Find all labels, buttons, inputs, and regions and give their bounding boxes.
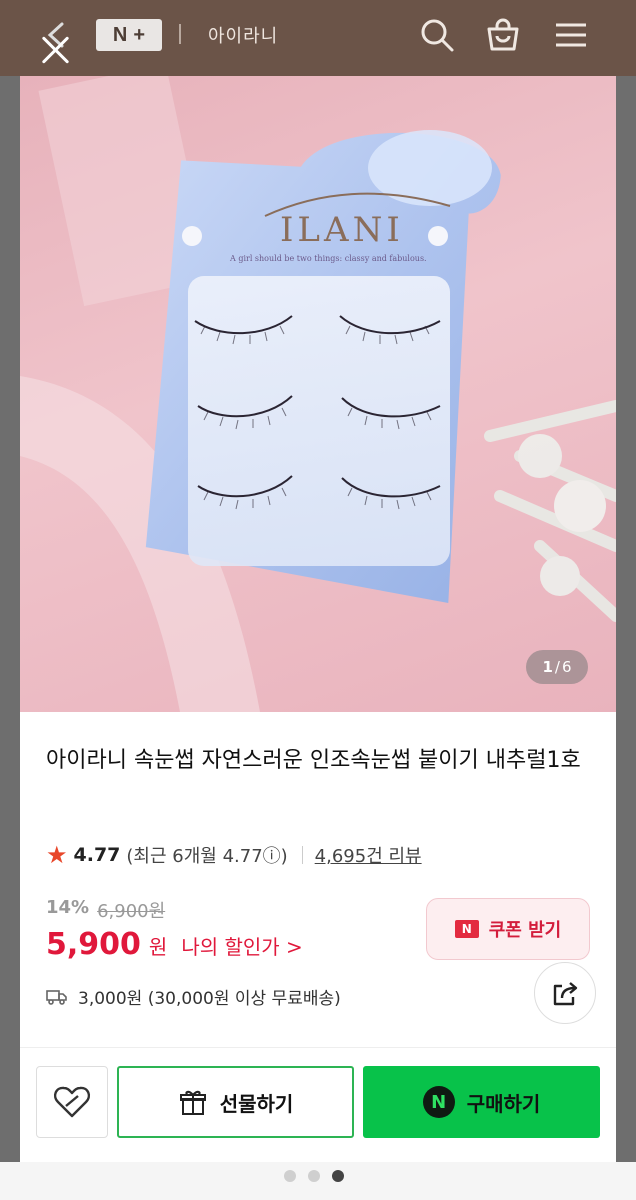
naver-pay-icon: N — [422, 1086, 455, 1118]
badge-plus-text: + — [133, 23, 146, 46]
price-unit: 원 — [148, 935, 168, 959]
coupon-label: 쿠폰 받기 — [488, 920, 562, 941]
heart-icon — [53, 1086, 91, 1118]
pager-total: 6 — [561, 658, 572, 676]
naver-plus-badge[interactable]: N + — [96, 19, 162, 51]
packaging-brand-text: ILANI — [280, 210, 404, 250]
buy-label: 구매하기 — [466, 1091, 541, 1116]
system-navigation-bar — [0, 1162, 636, 1200]
pager-separator: / — [554, 658, 560, 676]
gift-button[interactable]: 선물하기 — [117, 1066, 354, 1138]
original-price-row: 14% 6,900원 — [46, 897, 165, 923]
rating-row: ★ 4.77 (최근 6개월 4.77ⓘ) 4,695건 리뷰 — [46, 841, 422, 869]
close-icon[interactable] — [36, 30, 76, 70]
page-indicator — [284, 1170, 344, 1182]
rating-value: 4.77 — [73, 844, 121, 866]
page-dot-active — [332, 1170, 344, 1182]
shipping-row: 3,000원 (30,000원 이상 무료배송) — [46, 984, 341, 1009]
share-icon — [553, 982, 578, 1006]
gift-icon — [179, 1090, 206, 1115]
naver-n-icon: N — [454, 920, 479, 938]
image-pager: 1 / 6 — [526, 650, 588, 684]
star-icon: ★ — [46, 841, 68, 869]
share-button[interactable] — [534, 962, 596, 1024]
search-icon[interactable] — [418, 16, 456, 54]
header-divider — [179, 24, 181, 44]
product-info-panel: 아이라니 속눈썹 자연스러운 인조속눈썹 붙이기 내추럴1호 ★ 4.77 (최… — [20, 712, 616, 1162]
menu-icon[interactable] — [552, 16, 590, 54]
top-header: N + 아이라니 — [0, 0, 636, 76]
sale-price: 5,900 — [46, 927, 141, 962]
page-dot — [308, 1170, 320, 1182]
product-title: 아이라니 속눈썹 자연스러운 인조속눈썹 붙이기 내추럴1호 — [46, 748, 581, 773]
delivery-truck-icon — [46, 989, 67, 1005]
brand-name[interactable]: 아이라니 — [208, 22, 278, 48]
badge-n-text: N — [112, 23, 128, 46]
coupon-button[interactable]: N 쿠폰 받기 — [426, 898, 590, 960]
gift-label: 선물하기 — [219, 1091, 294, 1116]
screen: N + 아이라니 ILANI A girl should be two thin… — [0, 0, 636, 1200]
shipping-fee: 3,000원 (30,000원 이상 무료배송) — [78, 989, 341, 1009]
discount-rate: 14% — [46, 897, 90, 918]
packaging-slogan: A girl should be two things: classy and … — [229, 254, 427, 263]
sale-price-row: 5,900 원 나의 할인가 > — [46, 927, 303, 962]
rating-divider — [301, 846, 303, 864]
original-price: 6,900원 — [97, 901, 166, 922]
page-dot — [284, 1170, 296, 1182]
rating-detail[interactable]: (최근 6개월 4.77ⓘ) — [126, 842, 287, 868]
shopping-bag-icon[interactable] — [484, 16, 522, 54]
wishlist-button[interactable] — [36, 1066, 108, 1138]
product-image-gallery[interactable]: ILANI A girl should be two things: class… — [20, 76, 616, 712]
review-count-link[interactable]: 4,695건 리뷰 — [315, 842, 422, 868]
divider — [20, 1047, 616, 1048]
pager-current: 1 — [542, 658, 553, 676]
my-discount-price-link[interactable]: 나의 할인가 > — [181, 931, 302, 960]
product-photo: ILANI A girl should be two things: class… — [20, 76, 616, 712]
buy-button[interactable]: N 구매하기 — [363, 1066, 600, 1138]
